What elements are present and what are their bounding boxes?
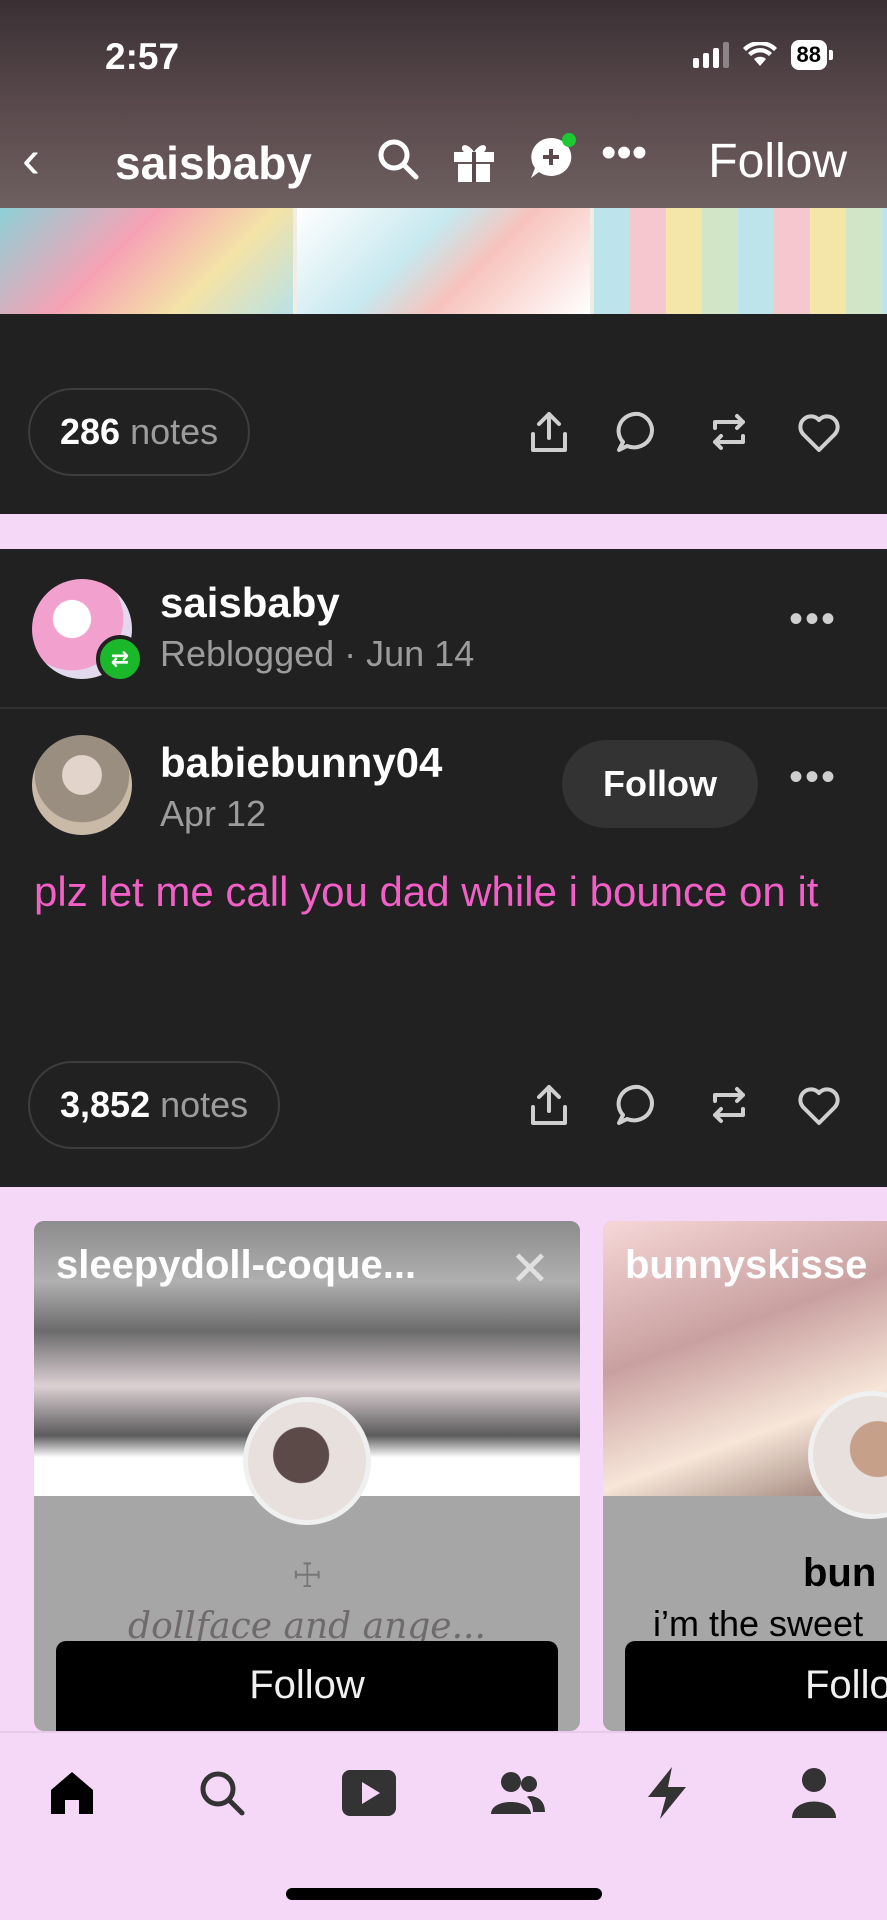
notes-label: notes <box>160 1084 249 1125</box>
comment-icon[interactable] <box>615 408 663 456</box>
notes-button[interactable]: 286 notes <box>28 388 251 476</box>
home-icon <box>51 1772 93 1814</box>
more-options-icon[interactable]: ••• <box>789 755 837 800</box>
home-indicator <box>286 1888 602 1900</box>
recommended-blog-name: bunnyskisse <box>625 1243 868 1287</box>
photo-alphabet-blocks[interactable] <box>594 208 887 314</box>
post-card: 286 notes <box>0 314 887 514</box>
recommended-blog-description: i’m the sweet <box>653 1603 864 1644</box>
reblog-info: Reblogged · Jun 14 <box>160 633 475 674</box>
photo-toy-blocks[interactable] <box>0 208 293 314</box>
reblog-icon[interactable] <box>705 408 753 456</box>
blog-header: ‹ saisbaby ••• Follow <box>0 110 887 208</box>
reblog-badge-icon: ⇄ <box>96 635 144 683</box>
notes-count: 286 <box>60 411 121 452</box>
notes-count: 3,852 <box>60 1084 151 1125</box>
post-text: plz let me call you dad while i bounce o… <box>34 868 819 915</box>
wifi-icon <box>742 42 777 66</box>
more-options-icon[interactable]: ••• <box>601 128 647 178</box>
profile-icon <box>792 1768 836 1818</box>
recommended-blog-title: bun <box>803 1551 877 1595</box>
messaging-icon[interactable] <box>527 132 579 184</box>
share-icon[interactable] <box>525 1081 573 1129</box>
tab-communities[interactable] <box>488 1763 548 1823</box>
people-icon <box>491 1772 545 1814</box>
signal-icon <box>692 42 729 68</box>
back-chevron-icon[interactable]: ‹ <box>22 132 40 186</box>
tab-video[interactable] <box>339 1763 399 1823</box>
status-bar: 2:57 88 <box>0 0 887 110</box>
recommended-blog-avatar <box>243 1397 371 1525</box>
system-icons: 88 <box>692 40 834 70</box>
recommended-blog-name: sleepydoll-coque... <box>56 1243 417 1287</box>
reblogger-username[interactable]: saisbaby <box>160 579 340 627</box>
follow-blog-button[interactable]: Follow <box>708 134 847 189</box>
dismiss-icon[interactable]: ✕ <box>510 1241 550 1297</box>
tab-home[interactable] <box>42 1763 102 1823</box>
video-icon <box>342 1770 396 1816</box>
divider <box>0 707 887 709</box>
search-icon[interactable] <box>375 136 421 182</box>
search-icon <box>200 1771 245 1816</box>
tab-activity[interactable] <box>637 1763 697 1823</box>
post-actions <box>525 1081 843 1129</box>
more-options-icon[interactable]: ••• <box>789 597 837 642</box>
comment-icon[interactable] <box>615 1081 663 1129</box>
author-avatar[interactable] <box>32 735 132 835</box>
reblog-icon[interactable] <box>705 1081 753 1129</box>
gift-icon[interactable] <box>450 136 498 184</box>
heart-icon[interactable] <box>795 408 843 456</box>
post-card: ⇄ saisbaby Reblogged · Jun 14 ••• babieb… <box>0 549 887 1187</box>
follow-recommended-button[interactable]: Follow <box>56 1641 558 1731</box>
post-date: Apr 12 <box>160 793 267 834</box>
recommended-blog-card[interactable]: sleepydoll-coque... ✕ ☩ dollface and ang… <box>34 1221 580 1731</box>
post-image-row <box>0 208 887 314</box>
follow-author-button[interactable]: Follow <box>562 740 758 828</box>
cross-icon: ☩ <box>292 1557 323 1595</box>
heart-icon[interactable] <box>795 1081 843 1129</box>
author-username[interactable]: babiebunny04 <box>160 739 442 787</box>
tab-search[interactable] <box>192 1763 252 1823</box>
follow-recommended-button[interactable]: Follo <box>625 1641 887 1731</box>
clock: 2:57 <box>105 36 180 77</box>
notes-button[interactable]: 3,852 notes <box>28 1061 281 1149</box>
notes-label: notes <box>130 411 219 452</box>
blog-title: saisbaby <box>115 137 312 189</box>
share-icon[interactable] <box>525 408 573 456</box>
post-actions <box>525 408 843 456</box>
photo-toys[interactable] <box>297 208 590 314</box>
activity-icon <box>648 1767 686 1819</box>
tab-profile[interactable] <box>784 1763 844 1823</box>
battery-indicator: 88 <box>790 40 834 70</box>
recommended-blog-card[interactable]: bunnyskisse bun i’m the sweet Follo <box>603 1221 887 1731</box>
